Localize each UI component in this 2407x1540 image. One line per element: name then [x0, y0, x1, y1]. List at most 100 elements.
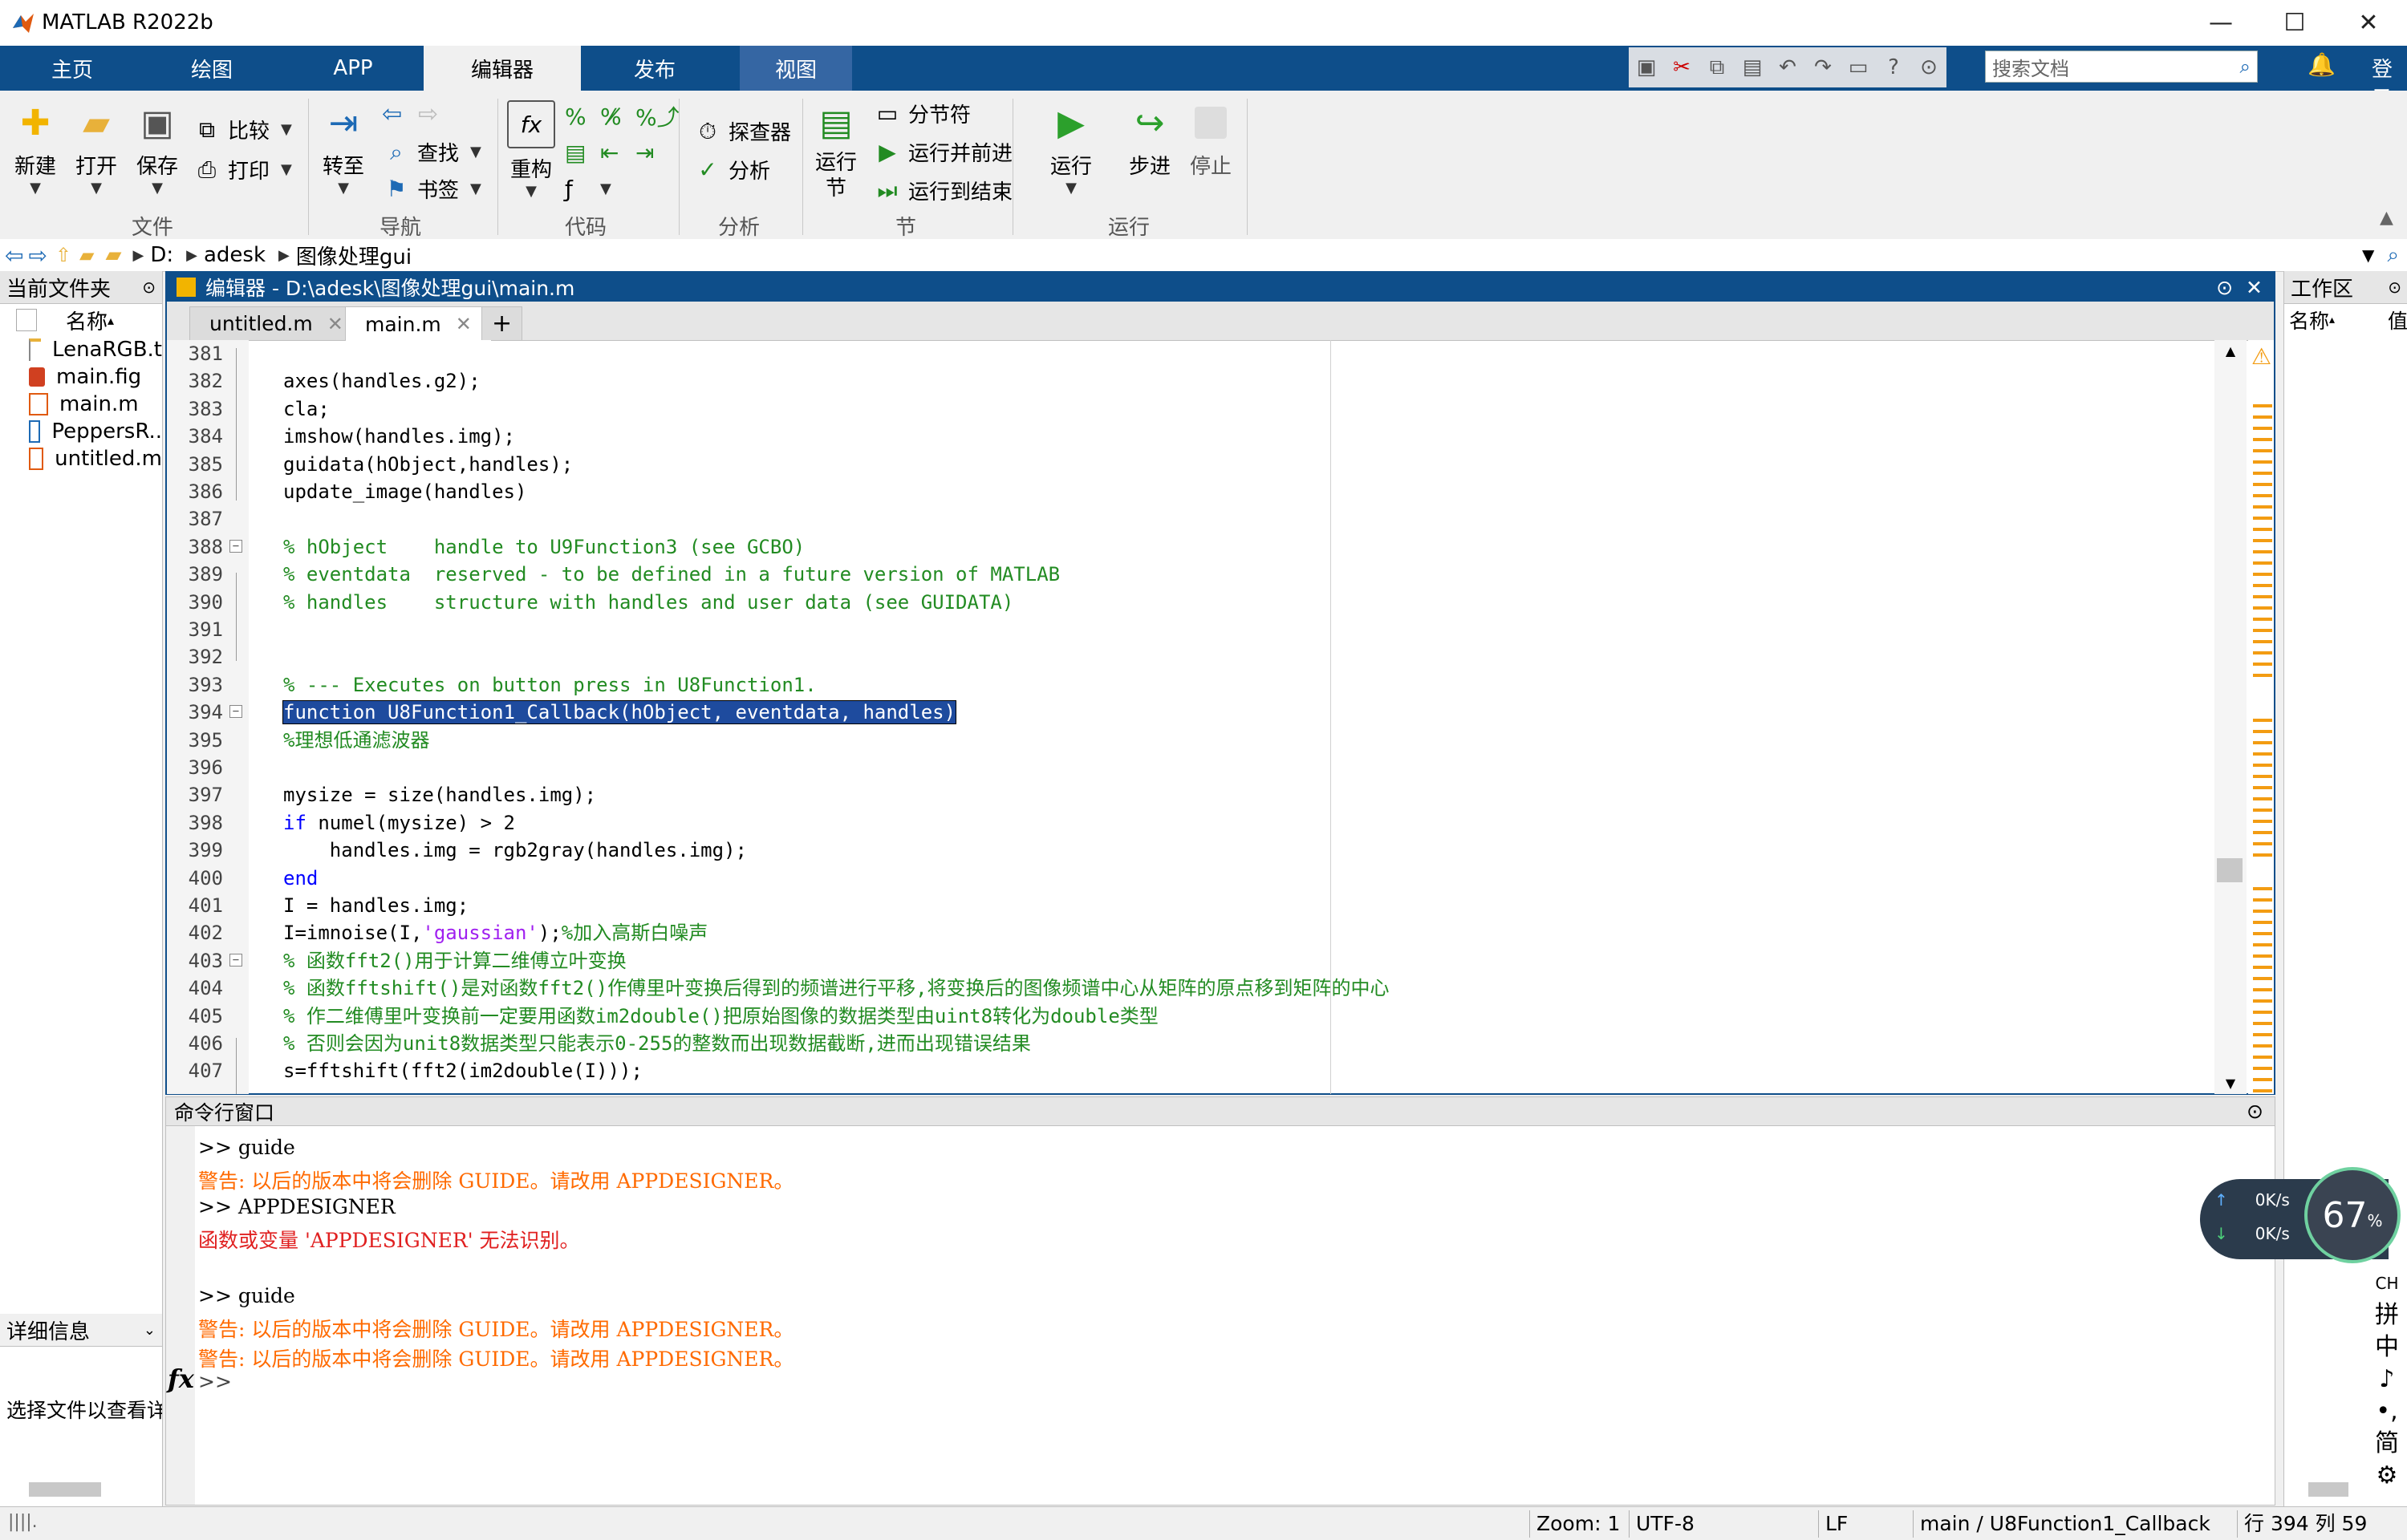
details-header[interactable]: 详细信息 ⌄ — [0, 1314, 162, 1347]
line-number[interactable]: 390 — [167, 589, 223, 616]
analyzer-warning-mark[interactable] — [2253, 797, 2272, 800]
close-tab-icon[interactable]: ✕ — [456, 313, 472, 335]
tab-plots[interactable]: 绘图 — [156, 46, 268, 91]
analyzer-warning-mark[interactable] — [2253, 730, 2272, 733]
run-advance-button[interactable]: ▶ 运行并前进 — [873, 137, 1013, 167]
undo-icon[interactable]: ↶ — [1773, 53, 1802, 82]
analyzer-warning-mark[interactable] — [2253, 764, 2272, 767]
line-number[interactable]: 403 — [167, 947, 223, 975]
code-line[interactable]: 382 axes(handles.g2); — [167, 367, 2221, 395]
line-number[interactable]: 395 — [167, 727, 223, 754]
bookmark-button[interactable]: ⚑ 书签 ▼ — [382, 174, 481, 204]
code-line[interactable]: 395 %理想低通滤波器 — [167, 727, 2221, 754]
line-number[interactable]: 396 — [167, 754, 223, 781]
comment-icon[interactable]: % — [565, 103, 600, 130]
ime-simplified[interactable]: 简 — [2368, 1428, 2405, 1460]
code-line[interactable]: 392 — [167, 643, 2221, 671]
tab-untitled[interactable]: untitled.m ✕ — [189, 306, 363, 340]
analyzer-warning-mark[interactable] — [2253, 438, 2272, 441]
run-button[interactable]: ▶ 运行 ▼ — [1043, 100, 1099, 197]
scroll-down-icon[interactable]: ▼ — [2214, 1076, 2247, 1091]
analyzer-warning-mark[interactable] — [2253, 505, 2272, 509]
ime-settings-icon[interactable]: ⚙ — [2368, 1460, 2405, 1492]
tab-publish[interactable]: 发布 — [599, 46, 711, 91]
analyzer-warning-mark[interactable] — [2253, 1022, 2272, 1025]
crumb-folder[interactable]: 图像处理gui — [296, 241, 412, 270]
analyzer-warning-mark[interactable] — [2253, 618, 2272, 621]
name-column-label[interactable]: 名称 — [2289, 306, 2329, 334]
analyzer-warning-mark[interactable] — [2253, 674, 2272, 677]
analyzer-warning-mark[interactable] — [2253, 932, 2272, 935]
line-number[interactable]: 400 — [167, 865, 223, 892]
line-number[interactable]: 382 — [167, 367, 223, 395]
up-folder-icon[interactable]: ⇧ — [55, 244, 71, 266]
tab-main[interactable]: main.m ✕ — [345, 306, 492, 341]
name-column-header[interactable]: 名称 ▴ — [0, 304, 162, 336]
tab-home[interactable]: 主页 — [16, 46, 128, 91]
crumb-drive[interactable]: D: — [150, 243, 173, 267]
options-icon[interactable]: ⊙ — [1914, 53, 1943, 82]
code-line[interactable]: 384 imshow(handles.img); — [167, 423, 2221, 450]
line-number[interactable]: 402 — [167, 919, 223, 946]
line-number[interactable]: 394 — [167, 699, 223, 726]
fold-toggle-icon[interactable]: − — [229, 953, 242, 967]
increase-indent-icon[interactable]: ⇥ — [635, 140, 671, 166]
analyzer-warning-mark[interactable] — [2253, 977, 2272, 980]
line-number[interactable]: 393 — [167, 671, 223, 699]
analyzer-warning-mark[interactable] — [2253, 460, 2272, 464]
decrease-indent-icon[interactable]: ⇤ — [600, 140, 635, 166]
ime-punct[interactable]: •, — [2368, 1396, 2405, 1428]
line-number[interactable]: 381 — [167, 340, 223, 367]
tab-view[interactable]: 视图 — [740, 46, 852, 91]
code-line[interactable]: 393 % --- Executes on button press in U8F… — [167, 671, 2221, 699]
line-number[interactable]: 385 — [167, 451, 223, 478]
analyzer-warning-mark[interactable] — [2253, 1056, 2272, 1059]
code-line[interactable]: 388− % hObject handle to U9Function3 (see… — [167, 533, 2221, 561]
analyzer-warning-mark[interactable] — [2253, 853, 2272, 857]
analyzer-warning-mark[interactable] — [2253, 494, 2272, 497]
analyzer-warning-mark[interactable] — [2253, 842, 2272, 845]
analyzer-warning-mark[interactable] — [2253, 528, 2272, 531]
code-line[interactable]: 403− % 函数fft2()用于计算二维傅立叶变换 — [167, 947, 2221, 975]
analyzer-warning-mark[interactable] — [2253, 820, 2272, 823]
ime-chinese[interactable]: 中 — [2368, 1331, 2405, 1364]
code-line[interactable]: 401 I = handles.img; — [167, 892, 2221, 919]
copy-icon[interactable]: ⧉ — [1703, 53, 1731, 82]
goto-button[interactable]: ⇥ 转至 ▼ — [318, 100, 369, 197]
line-number[interactable]: 405 — [167, 1003, 223, 1030]
minimize-button[interactable]: — — [2186, 0, 2256, 46]
run-to-end-button[interactable]: ⏭ 运行到结束 — [873, 176, 1013, 205]
analyzer-warning-mark[interactable] — [2253, 1089, 2272, 1092]
code-line[interactable]: 404 % 函数fftshift()是对函数fft2()作傅里叶变换后得到的频谱进… — [167, 975, 2221, 1002]
analyzer-warning-mark[interactable] — [2253, 427, 2272, 430]
back-arrow-icon[interactable]: ⇦ — [382, 100, 402, 128]
forward-arrow-icon[interactable]: ⇨ — [418, 100, 438, 128]
ime-lang[interactable]: CH — [2368, 1267, 2405, 1299]
search-docs-input[interactable]: 搜索文档 ⌕ — [1985, 51, 2258, 83]
new-button[interactable]: ✚ 新建 ▼ — [10, 100, 61, 197]
line-number[interactable]: 383 — [167, 395, 223, 423]
file-row[interactable]: PeppersR.. — [0, 418, 162, 445]
code-line[interactable]: 383 cla; — [167, 395, 2221, 423]
smart-indent-icon[interactable]: ▤ — [565, 140, 600, 166]
line-number[interactable]: 384 — [167, 423, 223, 450]
maximize-button[interactable]: ☐ — [2259, 0, 2330, 46]
analyzer-warning-mark[interactable] — [2253, 719, 2272, 722]
analyzer-warning-mark[interactable] — [2253, 999, 2272, 1003]
command-prompt[interactable]: >> — [198, 1370, 232, 1393]
analyzer-warning-mark[interactable] — [2253, 595, 2272, 598]
code-line[interactable]: 398 if numel(mysize) > 2 — [167, 809, 2221, 837]
analyzer-warning-mark[interactable] — [2253, 415, 2272, 419]
analyzer-warning-mark[interactable] — [2253, 539, 2272, 542]
collapse-ribbon-icon[interactable]: ▲ — [2380, 208, 2393, 228]
analyzer-warning-mark[interactable] — [2253, 921, 2272, 924]
line-number[interactable]: 401 — [167, 892, 223, 919]
insert-function-icon[interactable]: ƒ — [565, 176, 600, 202]
step-button[interactable]: ↪ 步进 — [1122, 100, 1178, 180]
code-line[interactable]: 391 — [167, 616, 2221, 643]
warning-icon[interactable]: ⚠ — [2251, 343, 2271, 370]
profiler-button[interactable]: ⏱ 探查器 — [693, 116, 791, 146]
analyzer-warning-mark[interactable] — [2253, 483, 2272, 486]
section-break-button[interactable]: ▭ 分节符 — [873, 99, 971, 128]
analyzer-warning-mark[interactable] — [2253, 898, 2272, 902]
